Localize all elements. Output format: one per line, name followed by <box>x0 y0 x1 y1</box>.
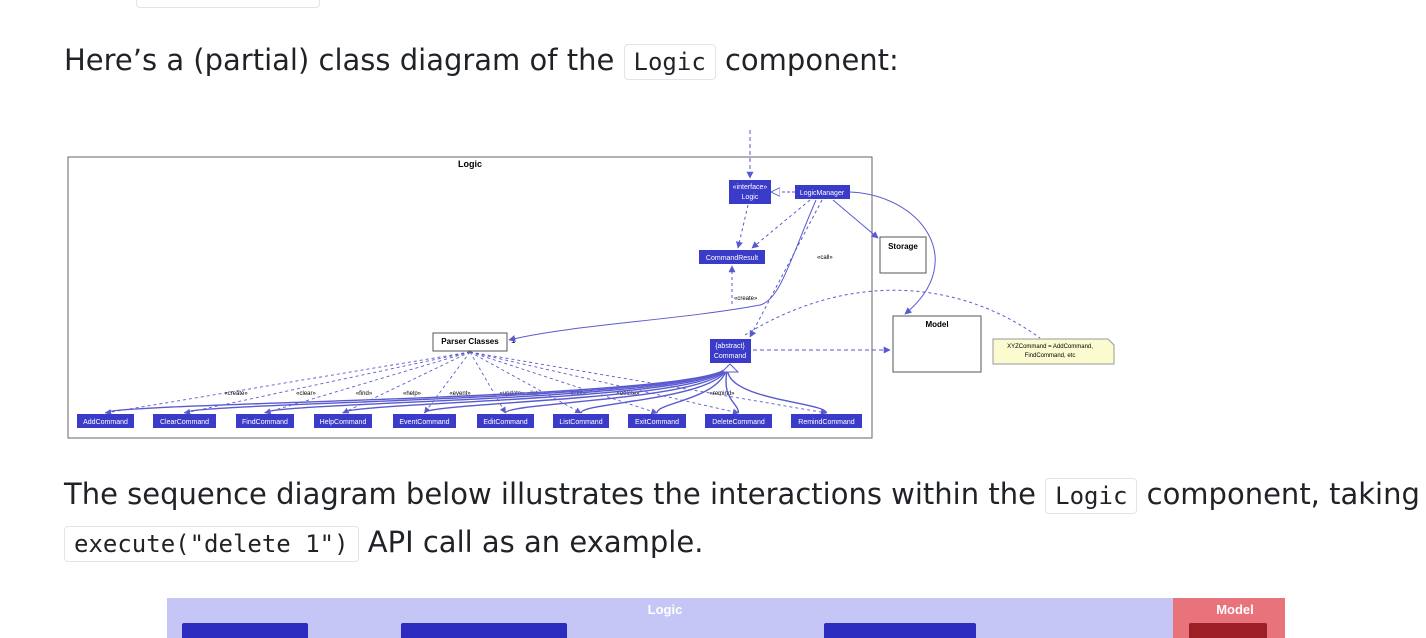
command-class-name: ClearCommand <box>160 419 209 426</box>
sequence-intro-paragraph: The sequence diagram below illustrates t… <box>64 470 1420 520</box>
svg-text:Storage: Storage <box>888 242 918 251</box>
svg-text:«create»: «create» <box>734 296 758 302</box>
paragraph-text: API call as an example. <box>358 525 704 559</box>
command-class-name: ExitCommand <box>635 419 679 426</box>
svg-text:XYZCommand = AddCommand,: XYZCommand = AddCommand, <box>1007 344 1093 350</box>
svg-text:CommandResult: CommandResult <box>706 255 758 262</box>
paragraph-text: The sequence diagram below illustrates t… <box>64 477 1046 511</box>
sequence-intro-paragraph-cont: execute("delete 1") API call as an examp… <box>64 518 703 568</box>
command-class-name: EditCommand <box>483 419 527 426</box>
command-class-name: FindCommand <box>242 419 288 426</box>
stereotype-label: «help» <box>403 391 422 397</box>
paragraph-text: component, taking <box>1137 477 1420 511</box>
command-class-name: DeleteCommand <box>712 419 765 426</box>
svg-text:Parser Classes: Parser Classes <box>441 337 499 346</box>
svg-text:Logic: Logic <box>742 194 759 201</box>
stereotype-label: «remind» <box>709 391 735 397</box>
class-diagram: Logic «interface» Logic LogicManager Com… <box>67 130 1115 439</box>
svg-text:«interface»: «interface» <box>733 184 768 191</box>
svg-text:Model: Model <box>925 320 948 329</box>
inline-code: Logic <box>1045 478 1138 514</box>
inline-code: execute("delete 1") <box>64 526 359 562</box>
command-class-name: ListCommand <box>559 419 602 426</box>
command-class-name: RemindCommand <box>798 419 855 426</box>
sequence-diagram-preview: Logic Model <box>167 598 1285 638</box>
svg-text:1: 1 <box>511 336 516 345</box>
svg-text:FindCommand, etc: FindCommand, etc <box>1025 353 1076 359</box>
stereotype-label: «create» <box>224 391 248 397</box>
command-class-name: HelpCommand <box>320 419 367 426</box>
logic-lane-title: Logic <box>648 602 683 617</box>
svg-text:{abstract}: {abstract} <box>715 343 745 350</box>
package-title: Logic <box>458 159 482 169</box>
command-class-name: EventCommand <box>399 419 449 426</box>
model-lane-title: Model <box>1216 602 1254 617</box>
note-box <box>992 338 1115 365</box>
stereotype-label: «find» <box>356 391 373 397</box>
svg-text:«call»: «call» <box>817 255 833 261</box>
svg-text:Command: Command <box>714 353 746 360</box>
stereotype-label: «clear» <box>296 391 316 397</box>
svg-text:LogicManager: LogicManager <box>800 190 845 197</box>
command-class-name: AddCommand <box>83 419 128 426</box>
